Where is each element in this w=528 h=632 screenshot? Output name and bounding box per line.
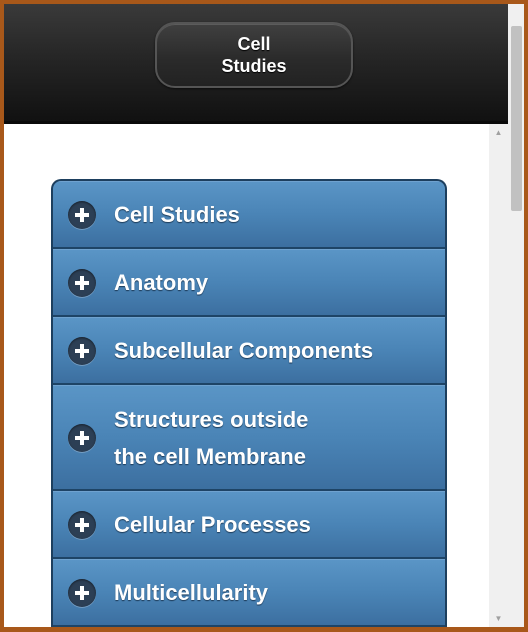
window-scrollbar-thumb[interactable] — [511, 26, 522, 211]
content-scrollbar[interactable]: ▲ ▼ — [489, 124, 508, 627]
plus-icon — [68, 336, 96, 365]
menu-item-subcellular-components[interactable]: Subcellular Components — [53, 317, 445, 385]
menu-item-multicellularity[interactable]: Multicellularity — [53, 559, 445, 627]
plus-icon — [68, 200, 96, 229]
app-window: Cell Studies Cell Studies Anatomy Subcel… — [0, 0, 528, 632]
menu-item-label: Cell Studies — [114, 202, 240, 227]
menu-item-label: Anatomy — [114, 270, 209, 295]
header-bar: Cell Studies — [4, 4, 524, 124]
plus-icon — [68, 510, 96, 539]
window-scrollbar[interactable] — [508, 4, 524, 627]
scroll-up-arrow-icon[interactable]: ▲ — [489, 126, 508, 140]
header-title-button[interactable]: Cell Studies — [155, 22, 353, 88]
menu-item-label: Multicellularity — [114, 580, 269, 605]
header-title-label: Cell Studies — [221, 34, 287, 76]
plus-icon — [68, 423, 96, 452]
menu-item-cell-studies[interactable]: Cell Studies — [53, 181, 445, 249]
menu-item-anatomy[interactable]: Anatomy — [53, 249, 445, 317]
plus-icon — [68, 578, 96, 607]
menu-item-label: Subcellular Components — [114, 338, 374, 363]
menu-item-cellular-processes[interactable]: Cellular Processes — [53, 491, 445, 559]
collapsible-menu: Cell Studies Anatomy Subcellular Compone… — [51, 179, 447, 627]
menu-item-label: Cellular Processes — [114, 512, 311, 537]
menu-item-structures-outside-membrane[interactable]: Structures outside the cell Membrane — [53, 385, 445, 491]
plus-icon — [68, 268, 96, 297]
menu-item-label: Structures outside the cell Membrane — [114, 406, 309, 469]
content-area: Cell Studies Anatomy Subcellular Compone… — [4, 124, 489, 627]
scroll-down-arrow-icon[interactable]: ▼ — [489, 612, 508, 626]
